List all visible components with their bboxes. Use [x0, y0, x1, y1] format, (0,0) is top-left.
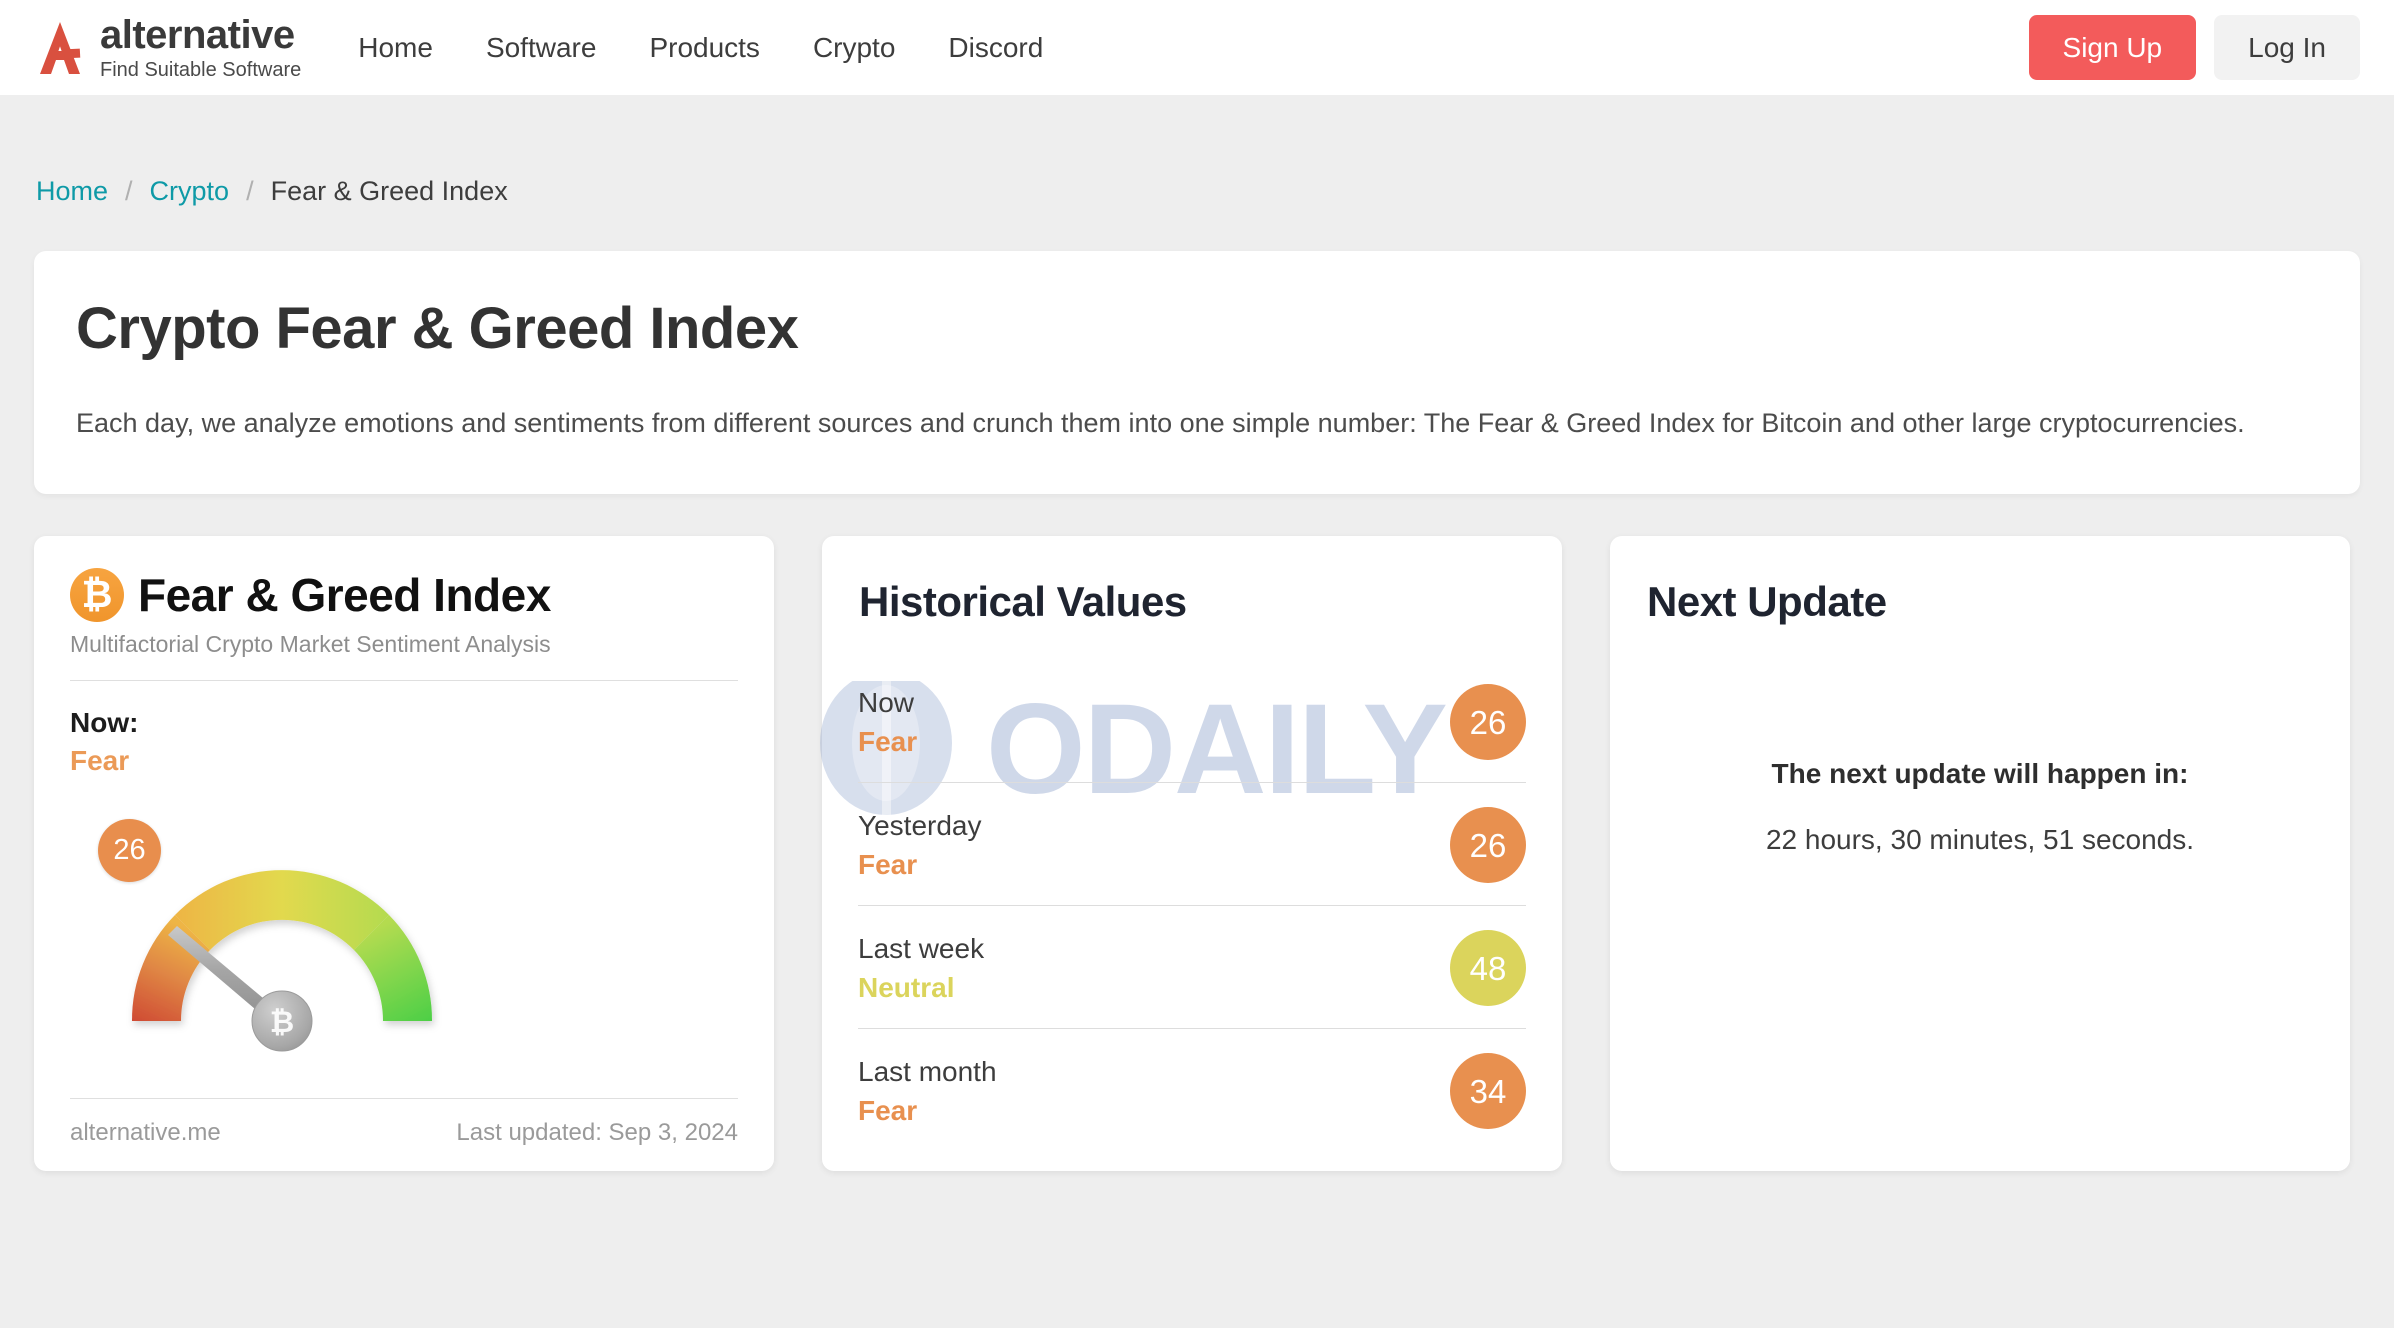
history-classification: Fear: [858, 848, 918, 880]
history-classification: Fear: [858, 725, 918, 757]
gauge-now-label: Now:: [70, 707, 139, 739]
sign-up-button[interactable]: Sign Up: [2028, 14, 2197, 81]
list-item: Last month Fear 34: [858, 1029, 1526, 1137]
gauge-card-subtitle: Multifactorial Crypto Market Sentiment A…: [70, 631, 738, 682]
next-update-body: The next update will happen in: 22 hours…: [1646, 626, 2314, 856]
nav-item-products[interactable]: Products: [649, 32, 760, 64]
card-row: ₿ Fear & Greed Index Multifactorial Cryp…: [34, 536, 2360, 1172]
next-update-card: Next Update The next update will happen …: [1610, 536, 2350, 1172]
breadcrumb-crypto[interactable]: Crypto: [150, 176, 230, 207]
brand-name: alternative: [100, 13, 295, 57]
brand-logo[interactable]: alternative Find Suitable Software: [34, 15, 301, 80]
brand-tagline: Find Suitable Software: [100, 59, 302, 81]
history-period-label: Last week: [858, 932, 985, 964]
breadcrumb-separator-1: /: [125, 176, 133, 206]
historical-values-card: Historical Values Now Fear 26 Yesterday …: [822, 536, 1562, 1172]
history-value-badge: 48: [1450, 930, 1526, 1007]
list-item: Last week Neutral 48: [858, 906, 1526, 1030]
history-classification: Neutral: [858, 971, 955, 1003]
nav-item-crypto[interactable]: Crypto: [813, 32, 895, 64]
site-header: alternative Find Suitable Software Home …: [0, 0, 2394, 95]
gauge-card-title: Fear & Greed Index: [138, 569, 551, 622]
next-update-lead: The next update will happen in:: [1771, 758, 2189, 790]
gauge-source-label: alternative.me: [70, 1119, 221, 1147]
gauge-dial-icon: ₿: [131, 870, 433, 1052]
list-item: Yesterday Fear 26: [858, 783, 1526, 907]
gauge-last-updated: Last updated: Sep 3, 2024: [456, 1119, 738, 1147]
page-description: Each day, we analyze emotions and sentim…: [76, 407, 2245, 438]
fear-greed-gauge-card: ₿ Fear & Greed Index Multifactorial Cryp…: [34, 536, 774, 1172]
gauge-card-header: ₿ Fear & Greed Index: [70, 568, 738, 623]
nav-item-home[interactable]: Home: [358, 32, 433, 64]
log-in-button[interactable]: Log In: [2214, 14, 2360, 81]
breadcrumb-home[interactable]: Home: [36, 176, 108, 207]
nav-item-discord[interactable]: Discord: [948, 32, 1043, 64]
history-period-label: Yesterday: [858, 809, 982, 841]
historical-values-list: Now Fear 26 Yesterday Fear 26 Last week: [858, 670, 1526, 1171]
breadcrumb: Home / Crypto / Fear & Greed Index: [34, 95, 2360, 207]
letter-a-logo-icon: [34, 19, 86, 77]
history-value-badge: 26: [1450, 807, 1526, 884]
next-update-title: Next Update: [1647, 578, 1887, 626]
bitcoin-icon: ₿: [70, 568, 124, 623]
history-period-label: Last month: [858, 1055, 997, 1087]
main-navigation: Home Software Products Crypto Discord: [358, 32, 1043, 64]
hero-panel: Crypto Fear & Greed Index Each day, we a…: [34, 251, 2360, 495]
historical-card-title: Historical Values: [859, 578, 1187, 626]
history-period-label: Now: [858, 686, 915, 718]
svg-text:₿: ₿: [270, 1006, 294, 1039]
page-content: Home / Crypto / Fear & Greed Index Crypt…: [0, 95, 2394, 1172]
list-item: Now Fear 26: [858, 670, 1526, 784]
history-value-badge: 34: [1450, 1053, 1526, 1130]
nav-item-software[interactable]: Software: [486, 32, 597, 64]
breadcrumb-current: Fear & Greed Index: [270, 176, 508, 206]
account-actions: Sign Up Log In: [2028, 14, 2360, 81]
history-classification: Fear: [858, 1094, 918, 1126]
breadcrumb-separator-2: /: [246, 176, 254, 206]
gauge-card-footer: alternative.me Last updated: Sep 3, 2024: [70, 1098, 738, 1171]
page-title: Crypto Fear & Greed Index: [76, 296, 799, 361]
gauge-visual: 26 ₿: [70, 771, 738, 1098]
next-update-countdown: 22 hours, 30 minutes, 51 seconds.: [1765, 824, 2195, 856]
history-value-badge: 26: [1450, 684, 1526, 761]
